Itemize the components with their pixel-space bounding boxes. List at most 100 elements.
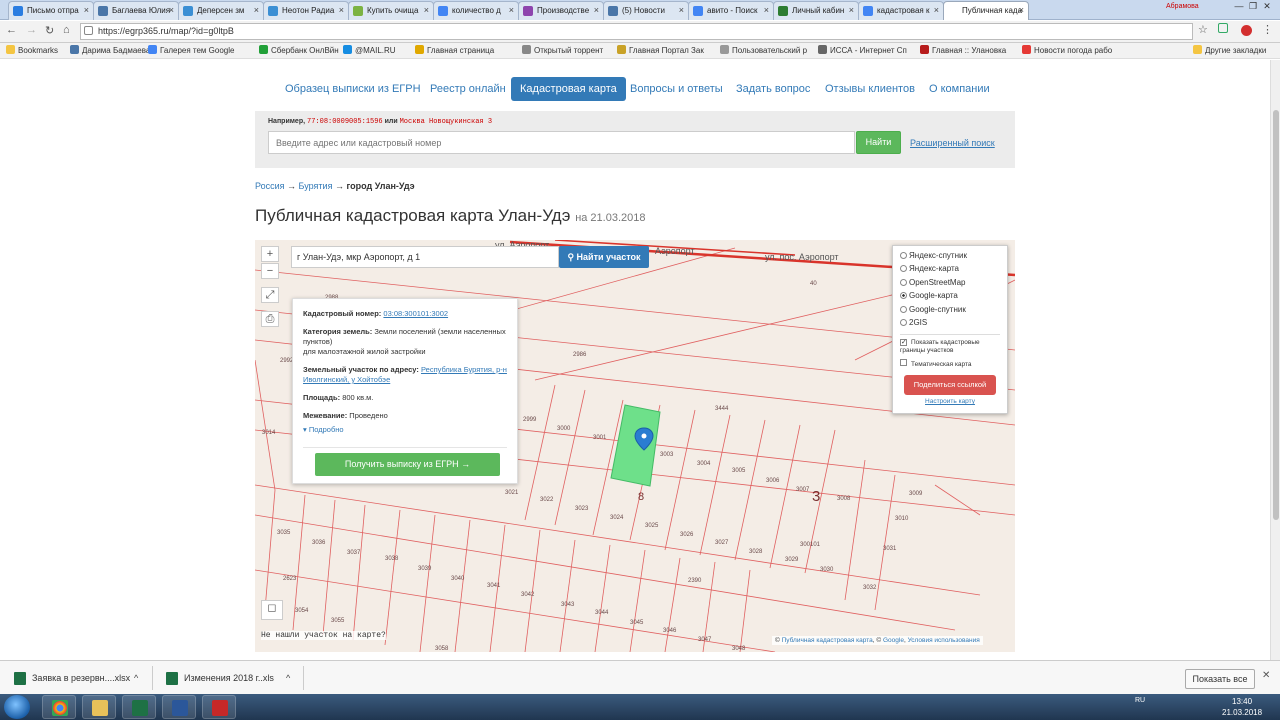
chevron-up-icon[interactable]: ^: [134, 670, 138, 687]
bookmark-item[interactable]: Новости погода рабо: [1022, 43, 1112, 58]
bookmark-item[interactable]: Главная Портал Зак: [617, 43, 704, 58]
extension-badge-icon[interactable]: [1241, 25, 1252, 36]
nav-ask-question[interactable]: Задать вопрос: [736, 77, 810, 101]
bookmark-item[interactable]: Дарима Бадмаева: [70, 43, 150, 58]
nav-cadastral-map[interactable]: Кадастровая карта: [511, 77, 626, 101]
radio-icon[interactable]: [900, 252, 907, 259]
tab-close-icon[interactable]: ×: [169, 2, 174, 19]
taskbar-excel[interactable]: [122, 695, 156, 719]
tab-close-icon[interactable]: ×: [84, 2, 89, 19]
download-item-2[interactable]: Изменения 2018 г..xls ^: [166, 670, 290, 687]
radio-selected-icon[interactable]: [900, 292, 907, 300]
checkbox-checked-icon[interactable]: ✓: [900, 339, 907, 347]
bookmark-star-icon[interactable]: ☆: [1198, 23, 1208, 36]
browser-tab[interactable]: Неотон Радиа ×: [263, 1, 349, 20]
configure-map-link[interactable]: Настроить карту: [900, 398, 1000, 405]
layer-option[interactable]: Яндекс-карта: [900, 264, 1000, 277]
layer-option[interactable]: Яндекс-спутник: [900, 251, 1000, 264]
browser-tab[interactable]: Письмо отпра ×: [8, 1, 94, 20]
zoom-out-button[interactable]: −: [261, 263, 279, 279]
bookmark-item[interactable]: Галерея тем Google: [148, 43, 234, 58]
other-bookmarks[interactable]: Другие закладки: [1193, 43, 1266, 58]
tab-close-icon[interactable]: ×: [934, 2, 939, 19]
taskbar-word[interactable]: [162, 695, 196, 719]
attr-terms-link[interactable]: Условия использования: [908, 637, 980, 644]
nav-about[interactable]: О компании: [929, 77, 990, 101]
start-button[interactable]: [4, 695, 30, 719]
browser-tab[interactable]: Публичная када ×: [943, 1, 1029, 20]
attr-pkk-link[interactable]: Публичная кадастровая карта: [782, 637, 873, 644]
not-found-link[interactable]: Не нашли участок на карте?: [261, 631, 386, 640]
browser-tab[interactable]: авито - Поиск ×: [688, 1, 774, 20]
layer-option[interactable]: Google-спутник: [900, 305, 1000, 318]
profile-button[interactable]: Абрамова: [1166, 3, 1199, 10]
bookmark-item[interactable]: Главная страница: [415, 43, 494, 58]
find-parcel-button[interactable]: ⚲ Найти участок: [559, 246, 649, 268]
tab-close-icon[interactable]: ×: [1019, 2, 1024, 19]
url-field[interactable]: https://egrp365.ru/map/?id=g0ltpB: [80, 23, 1193, 40]
nav-registry-online[interactable]: Реестр онлайн: [430, 77, 506, 101]
back-icon[interactable]: ←: [6, 24, 17, 36]
reload-icon[interactable]: ↻: [45, 24, 54, 37]
bookmark-item[interactable]: Пользовательский р: [720, 43, 807, 58]
show-all-downloads-button[interactable]: Показать все: [1185, 669, 1255, 689]
radio-icon[interactable]: [900, 278, 907, 286]
forward-icon[interactable]: →: [26, 24, 37, 36]
show-bounds-toggle[interactable]: ✓ Показать кадастровые границы участков: [900, 339, 1000, 355]
close-icon[interactable]: ✕: [1262, 670, 1270, 681]
zoom-in-button[interactable]: +: [261, 246, 279, 262]
maximize-icon[interactable]: ❐: [1246, 1, 1260, 12]
taskbar-acrobat[interactable]: [202, 695, 236, 719]
tab-close-icon[interactable]: ×: [424, 2, 429, 19]
home-icon[interactable]: ⌂: [63, 24, 70, 36]
print-icon[interactable]: ⎙: [261, 311, 279, 327]
browser-tab[interactable]: Баглаева Юлия ×: [93, 1, 179, 20]
taskbar-explorer[interactable]: [82, 695, 116, 719]
bookmark-item[interactable]: Сбербанк ОнлВйн: [259, 43, 339, 58]
breadcrumb-russia[interactable]: Россия: [255, 181, 285, 191]
bookmark-item[interactable]: ИССА - Интернет Сп: [818, 43, 907, 58]
extension-icon[interactable]: [1218, 23, 1228, 33]
browser-tab[interactable]: Личный кабин ×: [773, 1, 859, 20]
nav-reviews[interactable]: Отзывы клиентов: [825, 77, 915, 101]
tab-close-icon[interactable]: ×: [849, 2, 854, 19]
find-button[interactable]: Найти: [856, 131, 901, 154]
browser-tab[interactable]: Деперсен зм ×: [178, 1, 264, 20]
nav-sample-extract[interactable]: Образец выписки из ЕГРН: [285, 77, 421, 101]
address-search-input[interactable]: [268, 131, 855, 154]
system-clock[interactable]: 13:40 21.03.2018: [1222, 696, 1262, 718]
scrollbar-thumb[interactable]: [1273, 110, 1279, 520]
layer-option[interactable]: OpenStreetMap: [900, 278, 1000, 291]
nav-faq[interactable]: Вопросы и ответы: [630, 77, 723, 101]
minimize-icon[interactable]: —: [1232, 1, 1246, 11]
fullscreen-icon[interactable]: ⤢: [261, 287, 279, 303]
radio-icon[interactable]: [900, 305, 907, 313]
breadcrumb-buryatia[interactable]: Бурятия: [299, 181, 333, 191]
radio-icon[interactable]: [900, 318, 907, 326]
cadastral-map[interactable]: 2988299229862999300030013003300430053006…: [255, 240, 1015, 652]
browser-tab[interactable]: кадастровая к ×: [858, 1, 944, 20]
layer-option[interactable]: 2GIS: [900, 318, 1000, 331]
get-extract-button[interactable]: Получить выписку из ЕГРН →: [315, 453, 500, 476]
bookmark-item[interactable]: Bookmarks: [6, 43, 58, 58]
share-link-button[interactable]: Поделиться ссылкой: [904, 375, 996, 396]
bookmark-item[interactable]: Открытый торрент: [522, 43, 603, 58]
layer-option[interactable]: Google-карта: [900, 291, 1000, 304]
radio-icon[interactable]: [900, 265, 907, 273]
thematic-map-toggle[interactable]: Тематическая карта: [900, 359, 1000, 369]
page-scrollbar[interactable]: [1270, 60, 1280, 660]
checkbox-icon[interactable]: [900, 359, 907, 367]
tab-close-icon[interactable]: ×: [594, 2, 599, 19]
tab-close-icon[interactable]: ×: [764, 2, 769, 19]
tab-close-icon[interactable]: ×: [679, 2, 684, 19]
bookmark-item[interactable]: Главная :: Улановка: [920, 43, 1006, 58]
browser-tab[interactable]: (5) Новости ×: [603, 1, 689, 20]
download-item-1[interactable]: Заявка в резервн....xlsx ^: [14, 670, 138, 687]
browser-tab[interactable]: Купить очища ×: [348, 1, 434, 20]
close-window-icon[interactable]: ✕: [1260, 1, 1274, 12]
taskbar-chrome[interactable]: [42, 695, 76, 719]
browser-tab[interactable]: количество д ×: [433, 1, 519, 20]
browser-tab[interactable]: Производстве ×: [518, 1, 604, 20]
language-indicator[interactable]: RU: [1135, 697, 1145, 704]
tab-close-icon[interactable]: ×: [254, 2, 259, 19]
